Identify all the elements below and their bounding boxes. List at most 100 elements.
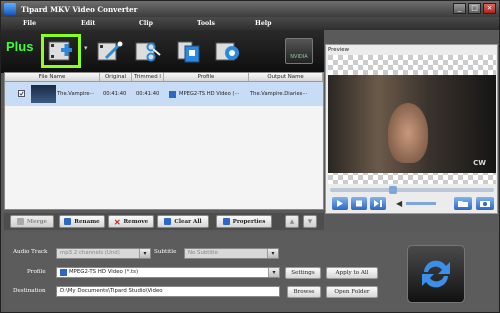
clip-button[interactable] — [134, 38, 162, 64]
volume-slider[interactable] — [406, 202, 436, 205]
check-icon — [19, 91, 24, 96]
plus-callout: Plus — [6, 39, 34, 54]
audio-track-value: mp3 2 channels (Und) — [60, 250, 120, 256]
edit-button[interactable] — [96, 38, 124, 64]
remove-label: Remove — [123, 218, 149, 225]
video-frame: CW — [328, 75, 496, 173]
app-window: Tipard MKV Video Converter _ □ × File Ed… — [0, 0, 500, 313]
open-folder-button[interactable] — [454, 197, 472, 210]
menu-bar: File Edit Clip Tools Help — [1, 17, 499, 30]
col-profile[interactable]: Profile — [164, 73, 249, 81]
row-original: 00:41:40 — [103, 91, 127, 97]
rename-label: Rename — [74, 218, 100, 225]
convert-arrows-icon — [422, 260, 450, 288]
merge-list-button[interactable]: Merge — [10, 215, 54, 228]
nvidia-badge: NVIDIA — [285, 38, 313, 64]
col-trimmed[interactable]: Trimmed l — [132, 73, 164, 81]
preview-label: Preview — [328, 47, 349, 53]
row-profile[interactable]: MPEG2-TS HD Video (··· — [179, 91, 239, 97]
settings-button[interactable] — [214, 38, 242, 64]
merge-button[interactable] — [175, 38, 203, 64]
clear-all-label: Clear All — [174, 218, 202, 225]
profile-format-icon — [60, 269, 67, 276]
output-settings: Audio Track mp3 2 channels (Und) ▾ Subtit… — [4, 232, 498, 311]
seek-bar[interactable] — [330, 186, 494, 194]
profile-label: Profile — [27, 269, 46, 275]
window-title: Tipard MKV Video Converter — [21, 4, 138, 14]
title-bar: Tipard MKV Video Converter _ □ × — [1, 1, 499, 17]
video-subject — [388, 103, 428, 163]
minimize-button[interactable]: _ — [453, 3, 466, 14]
stop-icon — [356, 200, 362, 207]
film-wand-icon — [97, 41, 123, 61]
play-button[interactable] — [332, 197, 348, 210]
list-button-row: Merge Rename ✕ Remove Clear All Propertie… — [4, 213, 324, 230]
trash-icon — [164, 218, 172, 225]
row-output-name[interactable]: The.Vampire.Diaries··· — [250, 91, 307, 97]
menu-tools[interactable]: Tools — [175, 20, 233, 27]
audio-track-select[interactable]: mp3 2 channels (Und) ▾ — [56, 248, 151, 259]
menu-clip[interactable]: Clip — [117, 20, 175, 27]
seek-handle[interactable] — [389, 186, 398, 194]
subtitle-value: No Subtitle — [188, 250, 218, 256]
row-checkbox[interactable] — [18, 90, 25, 97]
add-file-button[interactable] — [47, 38, 75, 64]
step-forward-icon — [374, 200, 382, 207]
properties-button[interactable]: Properties — [216, 215, 272, 228]
menu-file[interactable]: File — [1, 20, 59, 27]
volume-icon[interactable]: ◀ — [396, 199, 402, 208]
col-file-name[interactable]: File Name — [5, 73, 100, 81]
open-folder-text-button[interactable]: Open Folder — [326, 286, 378, 298]
chevron-down-icon: ▾ — [267, 249, 278, 258]
move-down-button[interactable]: ▼ — [303, 215, 317, 228]
browse-button[interactable]: Browse — [287, 286, 321, 298]
properties-label: Properties — [232, 218, 266, 225]
preview-panel: Preview CW ◀ — [325, 44, 498, 214]
clear-all-button[interactable]: Clear All — [157, 215, 209, 228]
snapshot-button[interactable] — [476, 197, 494, 210]
row-file-name: The.Vampire··· — [57, 91, 95, 97]
maximize-button[interactable]: □ — [468, 3, 481, 14]
subtitle-select[interactable]: No Subtitle ▾ — [184, 248, 279, 259]
merge-label: Merge — [26, 218, 48, 225]
profile-value: MPEG2-TS HD Video (*.ts) — [69, 269, 139, 275]
film-plus-icon — [48, 41, 72, 61]
subtitle-label: Subtitle — [154, 249, 177, 255]
col-output-name[interactable]: Output Name — [249, 73, 323, 81]
menu-help[interactable]: Help — [233, 20, 291, 27]
folder-icon — [458, 201, 468, 207]
col-original[interactable]: Original — [100, 73, 132, 81]
profile-format-icon — [169, 90, 176, 98]
step-button[interactable] — [370, 197, 386, 210]
profile-select[interactable]: MPEG2-TS HD Video (*.ts) ▾ — [56, 267, 280, 278]
remove-button[interactable]: ✕ Remove — [108, 215, 154, 228]
toolbar: Plus ▾ NVIDIA — [1, 30, 324, 73]
convert-button[interactable] — [407, 245, 465, 303]
chevron-down-icon[interactable]: ▾ — [84, 44, 88, 52]
video-preview: CW — [328, 55, 496, 184]
destination-label: Destination — [13, 288, 46, 294]
info-icon — [222, 218, 230, 225]
close-button[interactable]: × — [483, 3, 496, 14]
play-icon — [337, 200, 343, 207]
film-merge-icon — [177, 41, 200, 63]
file-list: File Name Original Trimmed l Profile Out… — [4, 72, 324, 210]
x-icon: ✕ — [113, 216, 121, 227]
pencil-icon — [64, 218, 72, 225]
settings-profile-button[interactable]: Settings — [285, 267, 321, 279]
chevron-down-icon: ▾ — [268, 268, 279, 277]
apply-to-all-button[interactable]: Apply to All — [326, 267, 378, 279]
arrow-down-icon: ▼ — [307, 218, 313, 225]
stop-button[interactable] — [351, 197, 367, 210]
scissors-icon — [135, 42, 161, 62]
merge-icon — [16, 218, 24, 225]
menu-edit[interactable]: Edit — [59, 20, 117, 27]
row-trimmed: 00:41:40 — [136, 91, 160, 97]
channel-watermark: CW — [473, 159, 486, 167]
gear-icon — [215, 42, 239, 61]
camera-icon — [480, 201, 490, 207]
move-up-button[interactable]: ▲ — [285, 215, 299, 228]
arrow-up-icon: ▲ — [289, 218, 295, 225]
rename-button[interactable]: Rename — [59, 215, 105, 228]
destination-input[interactable]: D:\My Documents\Tipard Studio\Video — [56, 286, 280, 297]
